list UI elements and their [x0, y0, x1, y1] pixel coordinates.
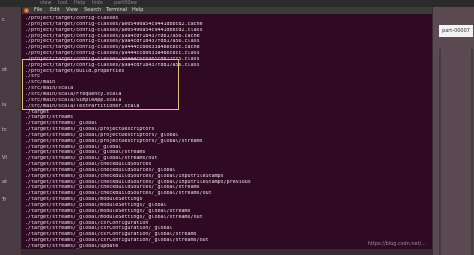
- menu-help[interactable]: Help: [132, 7, 143, 14]
- launcher-label: tc: [2, 127, 7, 133]
- menu-file[interactable]: File: [34, 7, 42, 14]
- panel-divider: [471, 49, 473, 255]
- terminal-titlebar[interactable]: × File Edit View Search Terminal Help: [22, 7, 432, 14]
- desktop-launcher: c ot iu tc VI at Tr: [0, 7, 21, 255]
- desktop-top-bar: view tool Help hide part00ee: [0, 0, 474, 7]
- topbar-item: part00ee: [114, 0, 137, 6]
- launcher-label: iu: [2, 102, 7, 108]
- terminal-output[interactable]: ./project/target/config-classes ./project…: [25, 16, 430, 250]
- topbar-item: tool: [58, 0, 68, 6]
- menu-edit[interactable]: Edit: [50, 7, 60, 14]
- launcher-label: Tr: [2, 197, 7, 203]
- menu-view[interactable]: View: [66, 7, 78, 14]
- launcher-label: ot: [2, 67, 8, 73]
- desktop-right-panel: part-00007: [433, 7, 474, 255]
- launcher-label: at: [2, 179, 8, 185]
- highlight-box: [22, 59, 179, 110]
- close-icon[interactable]: ×: [24, 8, 29, 13]
- panel-divider: [439, 49, 441, 255]
- terminal-window[interactable]: × File Edit View Search Terminal Help ./…: [21, 7, 432, 249]
- menu-search[interactable]: Search: [84, 7, 101, 14]
- launcher-label: VI: [2, 155, 7, 161]
- topbar-item: Help: [74, 0, 86, 6]
- menu-terminal[interactable]: Terminal: [106, 7, 127, 14]
- topbar-item: hide: [92, 0, 103, 6]
- launcher-label: c: [2, 17, 5, 23]
- topbar-item: view: [40, 0, 52, 6]
- watermark: https://blog.csdn.net/...: [367, 241, 426, 247]
- file-tile[interactable]: part-00007: [439, 25, 473, 37]
